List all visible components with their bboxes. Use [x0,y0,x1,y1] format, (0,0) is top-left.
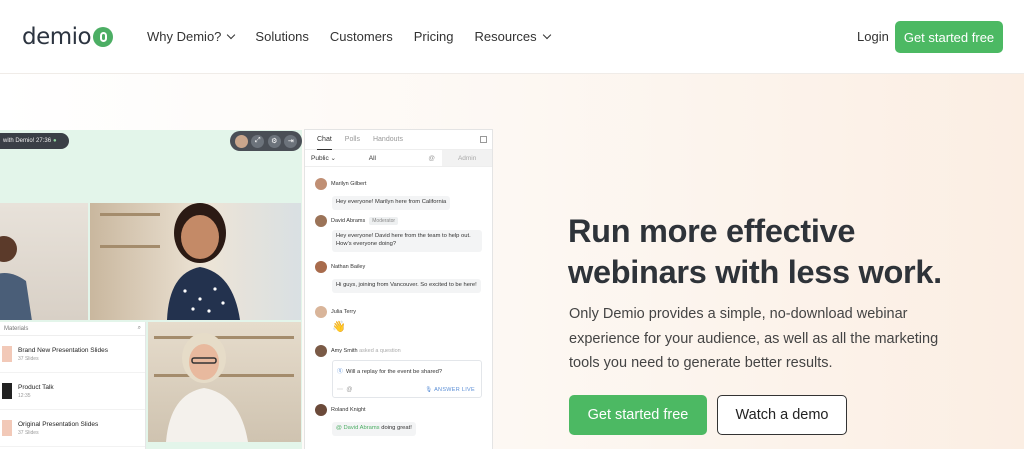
avatar [315,345,327,357]
video-tile-guest [148,322,301,442]
question-card: ⓠ Will a replay for the event be shared?… [332,360,482,398]
search-icon[interactable]: ⌕ [138,325,141,332]
answer-live-button[interactable]: 🎙 ANSWER LIVE [425,387,475,393]
mention-icon[interactable]: @ [346,387,352,393]
chat-question: Amy Smith asked a question ⓠ Will a repl… [315,345,487,398]
public-dropdown[interactable]: Public ⌄ [311,154,345,162]
wave-emoji: 👋 [332,321,346,333]
material-item[interactable]: Original Presentation Slides 37 Slides [0,410,145,447]
login-link[interactable]: Login [857,29,889,44]
chevron-down-icon [542,30,551,39]
chat-message: Nathan Bailey Hi guys, joining from Vanc… [315,261,487,293]
avatar [315,404,327,416]
chat-message: Marilyn Gilbert Hey everyone! Marilyn he… [315,178,487,210]
filter-all[interactable]: All [369,155,429,162]
main-nav: Why Demio? Solutions Customers Pricing R… [147,29,571,44]
nav-pricing[interactable]: Pricing [414,29,454,44]
get-started-nav-button[interactable]: Get started free [895,21,1003,53]
more-icon[interactable]: ⋯ [337,387,343,393]
recording-dot-icon: ● [53,138,57,144]
logo-text: demio [22,24,92,50]
nav-solutions[interactable]: Solutions [255,29,308,44]
stage-controls: ⤢ ⚙ ⇥ [230,131,302,151]
microphone-logo-icon [93,27,114,47]
session-pill: with Demio! 27:36 ● [0,133,69,149]
chat-tabs: Chat Polls Handouts [305,130,492,150]
chat-panel: Chat Polls Handouts Public ⌄ All @ Admin… [304,129,493,449]
material-item[interactable]: Product Talk 12:35 [0,373,145,410]
chat-message: David Abrams Moderator Hey everyone! Davi… [315,215,487,252]
hero-subline: Only Demio provides a simple, no-downloa… [569,306,939,371]
video-tile-speaker [90,203,301,320]
top-navbar: demio Why Demio? Solutions Customers Pri… [0,0,1024,74]
speaker-figure [167,203,240,320]
mention-icon[interactable]: @ [428,155,442,162]
popout-icon[interactable] [480,136,487,143]
material-item[interactable]: Brand New Presentation Slides 37 Slides [0,336,145,373]
nav-customers[interactable]: Customers [330,29,393,44]
demio-logo[interactable]: demio [22,24,114,50]
mention-tag: @ David Abrams [336,425,380,431]
chat-filter-bar: Public ⌄ All @ Admin [305,150,492,167]
host-avatar[interactable] [234,134,248,148]
avatar [315,215,327,227]
get-started-button[interactable]: Get started free [569,395,707,435]
materials-header: Materials ⌕ [0,322,145,336]
tab-handouts[interactable]: Handouts [373,130,403,150]
attendee-figure [0,236,32,320]
avatar [315,306,327,318]
slides-thumbnail [2,420,12,436]
avatar [315,178,327,190]
slides-thumbnail [2,346,12,362]
nav-why-demio[interactable]: Why Demio? [147,29,236,44]
question-icon: ⓠ [337,369,343,375]
filter-admin[interactable]: Admin [442,150,492,166]
video-thumbnail [2,383,12,399]
nav-resources[interactable]: Resources [475,29,551,44]
guest-figure [166,333,248,442]
moderator-badge: Moderator [369,217,399,225]
hero-headline: Run more effective webinars with less wo… [568,213,942,290]
expand-icon[interactable]: ⤢ [251,134,265,148]
chevron-down-icon [227,30,236,39]
gear-icon[interactable]: ⚙ [267,134,281,148]
arrow-right-icon[interactable]: ⇥ [284,134,298,148]
video-tile-attendee [0,203,88,320]
tab-polls[interactable]: Polls [345,130,360,150]
chat-message: Roland Knight @ David Abrams doing great… [315,404,487,436]
tab-chat[interactable]: Chat [317,130,332,150]
chat-message: Julia Terry 👋 [315,306,487,333]
watch-demo-button[interactable]: Watch a demo [717,395,847,435]
avatar [315,261,327,273]
materials-panel: Materials ⌕ Brand New Presentation Slide… [0,322,146,449]
